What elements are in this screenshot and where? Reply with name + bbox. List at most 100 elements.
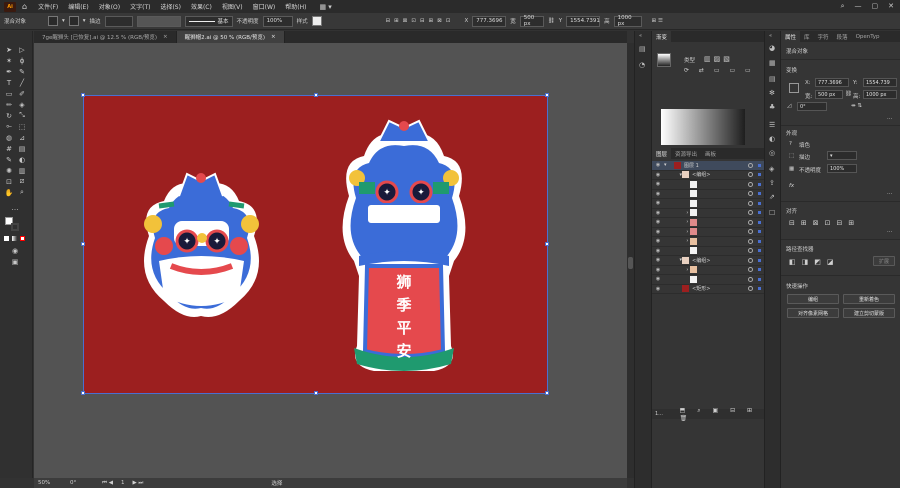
swatches-icon[interactable]: ▤	[769, 75, 776, 83]
selection-handle[interactable]	[81, 391, 85, 395]
visibility-eye-icon[interactable]: ◉	[652, 219, 664, 225]
scroll-thumb[interactable]	[628, 257, 633, 269]
artboard[interactable]: ✦ ✦ ✦ ✦ 狮 季 平 安	[81, 93, 549, 395]
blend-tool-icon[interactable]: ◐	[17, 155, 27, 164]
pathfinder-icons[interactable]: ◧◨◩◪	[789, 258, 839, 266]
selection-handle[interactable]	[545, 93, 549, 97]
gradient-preview[interactable]	[661, 109, 745, 145]
recolor-button[interactable]: 重新着色	[843, 294, 895, 304]
gradient-edit-icons[interactable]: ⟳ ⇄ ▭ ▭ ▭	[684, 67, 755, 74]
group-button[interactable]: 编组	[787, 294, 839, 304]
expand-button[interactable]: 扩展	[873, 256, 895, 266]
reference-point-icon[interactable]	[789, 83, 799, 93]
lasso-tool-icon[interactable]: ϕ	[17, 56, 27, 65]
layer-row[interactable]: ◉ ›	[652, 228, 765, 237]
fill-question-icon[interactable]: ?	[789, 141, 792, 147]
flip-icons[interactable]: ⇹ ⇅	[851, 103, 862, 109]
search-icon[interactable]: ⌕	[841, 2, 845, 11]
selection-handle[interactable]	[314, 391, 318, 395]
opacity-field[interactable]: 100%	[827, 164, 857, 173]
visibility-eye-icon[interactable]: ◉	[652, 276, 664, 282]
appearance-icon[interactable]: ◎	[769, 149, 775, 157]
rotation-field[interactable]: 0°	[70, 480, 94, 486]
stroke-swatch-icon[interactable]: ⬚	[789, 153, 794, 159]
close-tab-icon[interactable]: ×	[163, 34, 168, 40]
y-field[interactable]: 1554.739	[863, 78, 897, 87]
more-options-icon[interactable]: ⋯	[887, 229, 893, 235]
menu-window[interactable]: 窗口(W)	[248, 2, 281, 11]
color-icon[interactable]: ◕	[769, 44, 775, 52]
direct-selection-tool-icon[interactable]: ▷	[17, 45, 27, 54]
artboard-number[interactable]: 1	[121, 480, 125, 486]
zoom-field[interactable]: 50%	[38, 480, 62, 486]
visibility-eye-icon[interactable]: ◉	[652, 210, 664, 216]
maximize-icon[interactable]: ▢	[872, 2, 879, 11]
hand-tool-icon[interactable]: ✋	[4, 188, 14, 197]
dropdown-icon[interactable]: ▾	[83, 18, 86, 24]
visibility-eye-icon[interactable]: ◉	[652, 248, 664, 254]
visibility-eye-icon[interactable]: ◉	[652, 267, 664, 273]
edit-toolbar-icon[interactable]: …	[10, 203, 20, 212]
menu-help[interactable]: 帮助(H)	[280, 2, 311, 11]
brushes-icon[interactable]: ✻	[769, 89, 775, 97]
visibility-eye-icon[interactable]: ◉	[652, 191, 664, 197]
zoom-tool-icon[interactable]: ⌕	[17, 188, 27, 197]
collapse-panel-icon[interactable]: «	[639, 33, 642, 39]
layer-name[interactable]: <矩形>	[692, 285, 710, 292]
free-transform-tool-icon[interactable]: ⬚	[17, 122, 27, 131]
variable-width-field[interactable]	[136, 15, 181, 27]
target-icon[interactable]	[748, 267, 753, 273]
layer-row[interactable]: ◉	[652, 275, 765, 285]
tab-layers[interactable]: 图层	[652, 148, 672, 159]
artboard-nav-next-icon[interactable]: ▶ ⏭	[132, 480, 143, 487]
visibility-eye-icon[interactable]: ◉	[652, 162, 664, 168]
selection-handle[interactable]	[81, 242, 85, 246]
dropdown-icon[interactable]: ▾	[62, 18, 65, 24]
menu-file[interactable]: 文件(F)	[33, 2, 63, 11]
target-icon[interactable]	[748, 257, 753, 263]
layer-row[interactable]: ◉ ›	[652, 266, 765, 275]
y-field[interactable]: 1554.7391	[566, 15, 601, 27]
layer-row[interactable]: ◉ ›	[652, 237, 765, 247]
tab-opentype[interactable]: OpenTyp	[852, 31, 884, 42]
shape-builder-tool-icon[interactable]: ◍	[4, 133, 14, 142]
layer-row[interactable]: ◉ <矩形>	[652, 285, 765, 294]
comments-icon[interactable]: ☐	[769, 209, 775, 217]
scale-tool-icon[interactable]: ⤡	[17, 111, 27, 120]
pen-tool-icon[interactable]: ✒	[4, 67, 14, 76]
expand-arrow-icon[interactable]: ▾	[664, 172, 682, 178]
eyedropper-tool-icon[interactable]: ✎	[4, 155, 14, 164]
stroke-weight-field[interactable]	[104, 15, 133, 27]
opacity-label[interactable]: 不透明度	[237, 17, 259, 25]
expand-arrow-icon[interactable]: ›	[664, 267, 690, 273]
fill-swatch[interactable]	[48, 16, 58, 26]
width-tool-icon[interactable]: ⟜	[4, 122, 14, 131]
layer-name[interactable]: 图层 1	[684, 162, 699, 169]
opacity-field[interactable]: 100%	[262, 15, 293, 27]
layer-row[interactable]: ◉	[652, 190, 765, 199]
layer-row[interactable]: ◉ ›	[652, 209, 765, 218]
menu-view[interactable]: 视图(V)	[217, 2, 248, 11]
fx-label[interactable]: fx	[789, 183, 794, 189]
color-guide-icon[interactable]: ▦	[769, 59, 776, 67]
visibility-eye-icon[interactable]: ◉	[652, 172, 664, 178]
expand-arrow-icon[interactable]: ›	[664, 229, 690, 235]
layer-row[interactable]: ◉ ▾ <编组>	[652, 256, 765, 266]
layer-row[interactable]: ◉ ›	[652, 218, 765, 228]
artboard-nav-prev-icon[interactable]: ⏮ ◀	[102, 480, 113, 487]
screen-mode-icon[interactable]: ▣	[10, 257, 20, 266]
target-icon[interactable]	[748, 286, 753, 292]
perspective-tool-icon[interactable]: ⊿	[17, 133, 27, 142]
links-icon[interactable]: ⇗	[769, 193, 775, 201]
expand-arrow-icon[interactable]: ▾	[664, 162, 674, 168]
target-icon[interactable]	[748, 248, 753, 254]
stroke-swatch[interactable]	[68, 16, 79, 26]
canvas[interactable]: ✦ ✦ ✦ ✦ 狮 季 平 安	[34, 43, 627, 478]
x-field[interactable]: 777.3696	[472, 15, 507, 27]
layers-footer-icons[interactable]: ⬒ ⌕ ▣ ⊟ ⊞ 🗑	[680, 407, 765, 422]
tab-properties[interactable]: 属性	[781, 31, 801, 42]
target-icon[interactable]	[748, 238, 753, 244]
expand-arrow-icon[interactable]: ▾	[664, 257, 682, 263]
layers-icon[interactable]: ◈	[769, 165, 774, 173]
type-tool-icon[interactable]: T	[4, 78, 14, 87]
